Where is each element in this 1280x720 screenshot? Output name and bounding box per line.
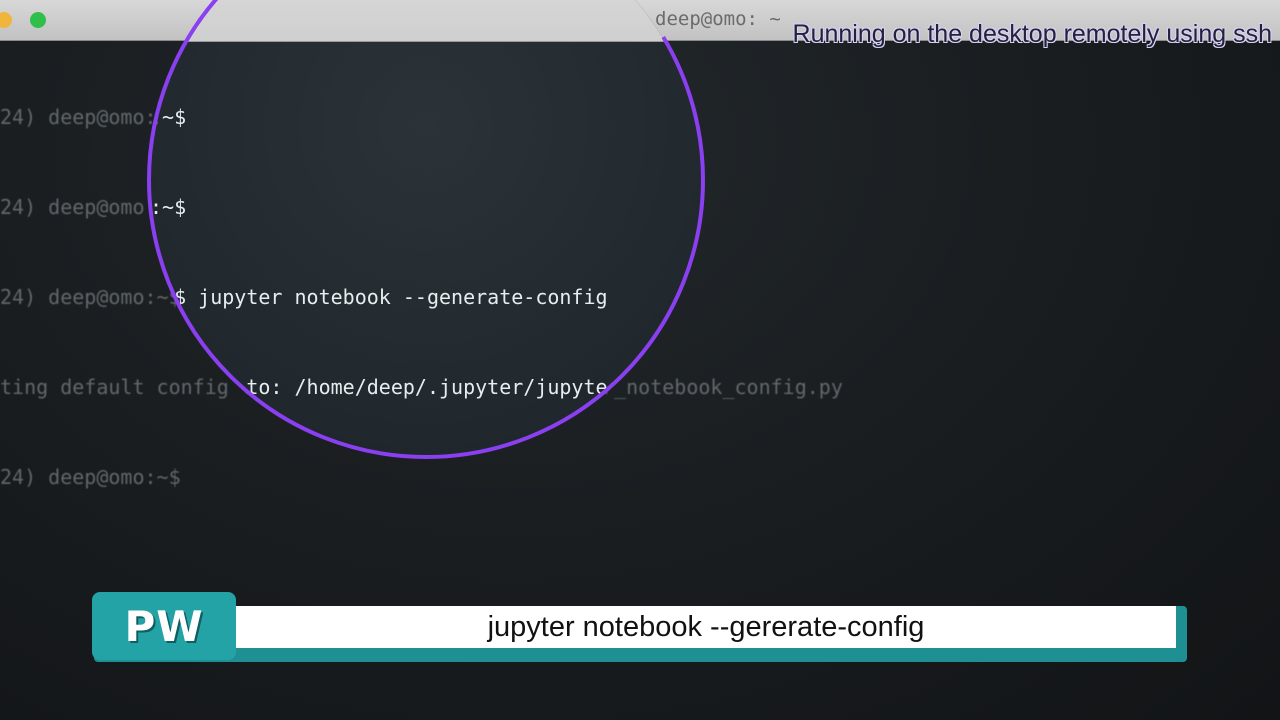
magnified-terminal-output: :~$ :~$ :~$ jupyter notebook --generate-… [150,42,680,456]
command-banner: jupyter notebook --gererate-config [236,606,1176,648]
overlay-caption: Running on the desktop remotely using ss… [792,20,1272,48]
magnified-titlebar [150,0,702,42]
command-banner-text: jupyter notebook --gererate-config [487,610,925,643]
minimize-button[interactable] [0,12,12,28]
channel-logo-text: PW [124,601,204,651]
magnified-line: :~$ jupyter notebook --generate-config [150,285,608,309]
magnified-line: config to: /home/deep/.jupyter/jupyter_n… [150,375,680,399]
channel-logo: PW [92,592,236,660]
terminal-line: 24) deep@omo:~$ [0,465,193,489]
magnified-line: :~$ [150,195,187,219]
magnified-line: :~$ [150,105,187,129]
maximize-button[interactable] [30,12,46,28]
zoom-magnifier: :~$ :~$ :~$ jupyter notebook --generate-… [150,0,702,456]
